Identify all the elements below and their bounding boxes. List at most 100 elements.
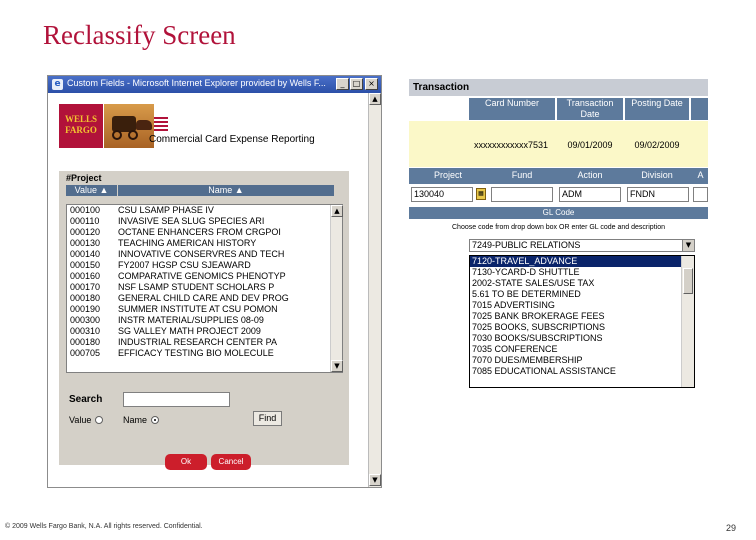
header-division: Division [641, 170, 673, 180]
custom-fields-window: e Custom Fields - Microsoft Internet Exp… [47, 75, 382, 488]
project-panel: #Project Value ▲ Name ▲ 000100 CSU LSAMP … [59, 171, 349, 465]
list-item[interactable]: 7015 ADVERTISING [470, 300, 681, 311]
radio-name-button[interactable] [151, 416, 160, 424]
project-value: 000170 [70, 282, 101, 292]
wells-fargo-logo: WELLS FARGO [59, 104, 103, 148]
close-button[interactable]: × [365, 78, 378, 90]
project-value: 000310 [70, 326, 101, 336]
project-name: INNOVATIVE CONSERVRES AND TECH [118, 249, 285, 259]
window-titlebar[interactable]: e Custom Fields - Microsoft Internet Exp… [48, 76, 381, 93]
project-value: 000300 [70, 315, 101, 325]
table-row[interactable]: 000160 COMPARATIVE GENOMICS PHENOTYP [67, 271, 342, 282]
logo-line1: WELLS [64, 114, 97, 124]
find-button[interactable]: Find [253, 411, 282, 426]
project-name: GENERAL CHILD CARE AND DEV PROG [118, 293, 289, 303]
radio-name[interactable]: Name [123, 415, 160, 425]
table-row[interactable]: 000150 FY2007 HGSP CSU SJEAWARD [67, 260, 342, 271]
scroll-up-icon[interactable]: ▲ [369, 93, 381, 105]
gl-code-options: 7120-TRAVEL_ADVANCE 7130-YCARD-D SHUTTLE 2… [469, 255, 695, 388]
posting-date-value: 09/02/2009 [634, 140, 680, 150]
transaction-title: Transaction [413, 82, 470, 93]
list-item[interactable]: 7030 BOOKS/SUBSCRIPTIONS [470, 333, 681, 344]
radio-value-label: Value [69, 415, 92, 425]
project-field[interactable]: 130040 [411, 187, 473, 202]
project-value: 000180 [70, 293, 101, 303]
table-row[interactable]: 000110 INVASIVE SEA SLUG SPECIES ARI [67, 216, 342, 227]
list-item[interactable]: 7085 EDUCATIONAL ASSISTANCE [470, 366, 681, 377]
lookup-icon[interactable]: ▦ [476, 188, 486, 200]
footer-copyright: © 2009 Wells Fargo Bank, N.A. All rights… [5, 523, 203, 530]
table-row[interactable]: 000120 OCTANE ENHANCERS FROM CRGPOI [67, 227, 342, 238]
scroll-thumb[interactable] [683, 268, 693, 294]
project-value: 000160 [70, 271, 101, 281]
column-header-name[interactable]: Name ▲ [118, 185, 334, 196]
scroll-down-icon[interactable]: ▼ [369, 474, 381, 486]
project-value: 000110 [70, 216, 100, 226]
project-name: INDUSTRIAL RESEARCH CENTER PA [118, 337, 278, 347]
project-name: CSU LSAMP PHASE IV [118, 205, 214, 215]
project-value: 000150 [70, 260, 101, 270]
list-item[interactable]: 7025 BANK BROKERAGE FEES [470, 311, 681, 322]
gl-code-note: Choose code from drop down box OR enter … [452, 224, 665, 231]
project-name: NSF LSAMP STUDENT SCHOLARS P [118, 282, 275, 292]
table-row[interactable]: 000180 GENERAL CHILD CARE AND DEV PROG [67, 293, 342, 304]
panel-title: #Project [66, 173, 102, 183]
minimize-button[interactable]: _ [336, 78, 349, 90]
list-item[interactable]: 7120-TRAVEL_ADVANCE [470, 256, 681, 267]
list-item[interactable]: 7035 CONFERENCE [470, 344, 681, 355]
search-input[interactable] [123, 392, 230, 407]
list-scroll-down-icon[interactable]: ▼ [331, 360, 343, 372]
action-field[interactable]: ADM [559, 187, 621, 202]
table-row[interactable]: 000300 INSTR MATERIAL/SUPPLIES 08-09 [67, 315, 342, 326]
project-name: COMPARATIVE GENOMICS PHENOTYP [118, 271, 286, 281]
project-value: 000100 [70, 205, 101, 215]
window-scrollbar[interactable]: ▲ ▼ [368, 93, 381, 487]
list-scrollbar[interactable]: ▲ ▼ [330, 205, 343, 372]
radio-value-button[interactable] [95, 416, 104, 424]
ok-button[interactable]: Ok [165, 454, 207, 470]
list-item[interactable]: 7070 DUES/MEMBERSHIP [470, 355, 681, 366]
ie-icon: e [52, 79, 63, 90]
extra-field[interactable] [693, 187, 708, 202]
table-row[interactable]: 000170 NSF LSAMP STUDENT SCHOLARS P [67, 282, 342, 293]
table-row[interactable]: 000100 CSU LSAMP PHASE IV [67, 205, 342, 216]
list-item[interactable]: 2002-STATE SALES/USE TAX [470, 278, 681, 289]
project-value: 000180 [70, 337, 101, 347]
header-project: Project [433, 170, 462, 180]
table-row[interactable]: 000190 SUMMER INSTITUTE AT CSU POMON [67, 304, 342, 315]
table-row[interactable]: 000140 INNOVATIVE CONSERVRES AND TECH [67, 249, 342, 260]
fund-field[interactable] [491, 187, 553, 202]
project-list: 000100 CSU LSAMP PHASE IV 000110 INVASIVE S… [66, 204, 343, 373]
list-item[interactable]: 7025 BOOKS, SUBSCRIPTIONS [470, 322, 681, 333]
transaction-panel: Transaction Card Number Transaction Date… [409, 79, 708, 388]
header-transaction-date: Transaction Date [557, 98, 623, 120]
stagecoach-image [104, 104, 154, 148]
project-value: 000190 [70, 304, 101, 314]
project-name: FY2007 HGSP CSU SJEAWARD [118, 260, 251, 270]
table-row[interactable]: 000180 INDUSTRIAL RESEARCH CENTER PA [67, 337, 342, 348]
options-scrollbar[interactable] [681, 256, 694, 387]
gl-code-select[interactable]: 7249-PUBLIC RELATIONS ▼ [469, 239, 695, 252]
table-row[interactable]: 000705 EFFICACY TESTING BIO MOLECULE [67, 348, 342, 359]
list-scroll-up-icon[interactable]: ▲ [331, 205, 343, 217]
division-field[interactable]: FNDN [627, 187, 689, 202]
radio-value[interactable]: Value [69, 415, 104, 425]
transaction-date-value: 09/01/2009 [567, 140, 613, 150]
header-fund: Fund [511, 170, 533, 180]
list-item[interactable]: 5.61 TO BE DETERMINED [470, 289, 681, 300]
project-name: INSTR MATERIAL/SUPPLIES 08-09 [118, 315, 264, 325]
cancel-button[interactable]: Cancel [211, 454, 251, 470]
project-value: 000130 [70, 238, 101, 248]
column-header-value[interactable]: Value ▲ [66, 185, 117, 196]
list-item[interactable]: 7130-YCARD-D SHUTTLE [470, 267, 681, 278]
project-value: 000120 [70, 227, 101, 237]
radio-name-label: Name [123, 415, 148, 425]
chevron-down-icon[interactable]: ▼ [682, 240, 694, 251]
project-name: SG VALLEY MATH PROJECT 2009 [118, 326, 261, 336]
maximize-button[interactable]: □ [350, 78, 363, 90]
transaction-header: Transaction [409, 79, 708, 96]
logo-line2: FARGO [65, 125, 97, 135]
table-row[interactable]: 000310 SG VALLEY MATH PROJECT 2009 [67, 326, 342, 337]
table-row[interactable]: 000130 TEACHING AMERICAN HISTORY [67, 238, 342, 249]
project-value: 000140 [70, 249, 101, 259]
